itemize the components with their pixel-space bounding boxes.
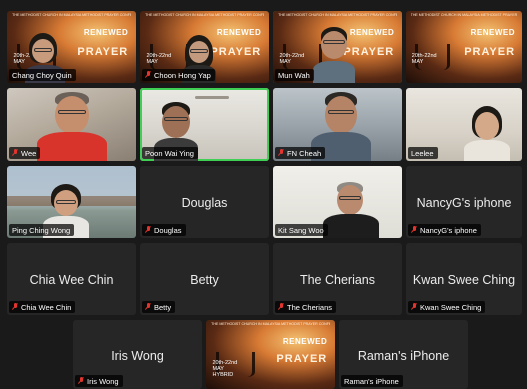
participant-name-tag: Ping Ching Wong bbox=[9, 224, 75, 236]
participant-name: Iris Wong bbox=[87, 376, 119, 386]
poster-header-text: THE METHODIST CHURCH IN MALAYSIA METHODI… bbox=[145, 13, 264, 18]
participant-name: Mun Wah bbox=[278, 70, 310, 80]
conference-poster-image: THE METHODIST CHURCH IN MALAYSIA METHODI… bbox=[206, 320, 335, 389]
poster-date: 20th-22nd MAY HYBRID bbox=[212, 360, 238, 379]
poster-title: RENEWED bbox=[282, 336, 328, 346]
poster-header-text: THE METHODIST CHURCH IN MALAYSIA METHODI… bbox=[278, 13, 397, 18]
poster-title: RENEWED bbox=[83, 28, 129, 38]
participant-name-tag: Choon Hong Yap bbox=[142, 69, 215, 81]
participant-display-name: Douglas bbox=[181, 196, 228, 211]
participant-tile-kit-sang-woo[interactable]: Kit Sang Woo bbox=[273, 166, 402, 238]
poster-title-prayer: PRAYER bbox=[210, 45, 262, 58]
participant-display-name: Chia Wee Chin bbox=[29, 273, 114, 288]
muted-mic-icon bbox=[145, 303, 151, 311]
participant-name: Douglas bbox=[154, 225, 182, 235]
poster-title-prayer: PRAYER bbox=[77, 45, 129, 58]
participant-name: Chang Choy Quin bbox=[12, 70, 72, 80]
poster-date: 20th-22nd MAY bbox=[146, 52, 172, 65]
muted-mic-icon bbox=[411, 226, 417, 234]
participant-name-tag: Raman's iPhone bbox=[341, 375, 403, 387]
muted-mic-icon bbox=[411, 303, 417, 311]
participant-name: The Cherians bbox=[287, 302, 333, 312]
participant-display-name: The Cherians bbox=[299, 273, 376, 288]
participant-name-tag: Leelee bbox=[408, 147, 438, 159]
participant-name-tag: Kwan Swee Ching bbox=[408, 301, 486, 313]
participant-tile-poon-wai-ying[interactable]: Poon Wai Ying bbox=[140, 88, 269, 161]
muted-mic-icon bbox=[12, 303, 18, 311]
participant-display-name: Betty bbox=[190, 273, 219, 288]
participant-name-tag: FN Cheah bbox=[275, 147, 326, 159]
participant-name: Kit Sang Woo bbox=[278, 225, 324, 235]
participant-name: Kwan Swee Ching bbox=[420, 302, 482, 312]
participant-video-person bbox=[313, 27, 355, 83]
muted-mic-icon bbox=[12, 149, 18, 157]
participant-name-tag: Wee bbox=[9, 147, 41, 159]
participant-display-name: Iris Wong bbox=[111, 348, 164, 363]
participant-tile-mun-wah[interactable]: THE METHODIST CHURCH IN MALAYSIA METHODI… bbox=[273, 11, 402, 83]
participant-name: Betty bbox=[154, 302, 172, 312]
participant-name: Poon Wai Ying bbox=[145, 148, 194, 158]
participant-display-name: Raman's iPhone bbox=[357, 348, 450, 363]
participant-name: Raman's iPhone bbox=[344, 376, 399, 386]
participant-tile-chang-choy-quin[interactable]: THE METHODIST CHURCH IN MALAYSIA METHODI… bbox=[7, 11, 136, 83]
video-gallery-grid: THE METHODIST CHURCH IN MALAYSIA METHODI… bbox=[0, 0, 527, 389]
participant-name: FN Cheah bbox=[287, 148, 322, 158]
participant-name-tag: Iris Wong bbox=[75, 375, 123, 387]
participant-name-tag: Douglas bbox=[142, 224, 186, 236]
participant-name-tag: Mun Wah bbox=[275, 69, 314, 81]
participant-tile-leelee[interactable]: Leelee bbox=[406, 88, 522, 161]
muted-mic-icon bbox=[78, 377, 84, 385]
participant-tile-douglas[interactable]: Douglas Douglas bbox=[140, 166, 269, 238]
poster-header-text: THE METHODIST CHURCH IN MALAYSIA METHODI… bbox=[12, 13, 131, 18]
participant-tile-betty[interactable]: Betty Betty bbox=[140, 243, 269, 315]
participant-tile-poster-2[interactable]: THE METHODIST CHURCH IN MALAYSIA METHODI… bbox=[206, 320, 335, 389]
poster-date: 20th-22nd MAY bbox=[279, 52, 305, 65]
participant-name-tag: Chang Choy Quin bbox=[9, 69, 76, 81]
participant-tile-the-cherians[interactable]: The Cherians The Cherians bbox=[273, 243, 402, 315]
muted-mic-icon bbox=[145, 71, 151, 79]
ceiling-fan-icon bbox=[195, 96, 229, 99]
participant-display-name: NancyG's iphone bbox=[416, 196, 512, 211]
poster-title-prayer: PRAYER bbox=[276, 353, 328, 366]
participant-tile-chia-wee-chin[interactable]: Chia Wee Chin Chia Wee Chin bbox=[7, 243, 136, 315]
participant-tile-kwan-swee-ching[interactable]: Kwan Swee Ching Kwan Swee Ching bbox=[406, 243, 522, 315]
participant-tile-ping-ching-wong[interactable]: Ping Ching Wong bbox=[7, 166, 136, 238]
participant-name-tag: The Cherians bbox=[275, 301, 337, 313]
participant-tile-wee[interactable]: Wee bbox=[7, 88, 136, 161]
participant-tile-choon-hong-yap[interactable]: THE METHODIST CHURCH IN MALAYSIA METHODI… bbox=[140, 11, 269, 83]
participant-tile-nancyg-iphone[interactable]: NancyG's iphone NancyG's iphone bbox=[406, 166, 522, 238]
participant-name: NancyG's iphone bbox=[420, 225, 477, 235]
participant-name-tag: NancyG's iphone bbox=[408, 224, 481, 236]
participant-tile-raman-iphone[interactable]: Raman's iPhone Raman's iPhone bbox=[339, 320, 468, 389]
participant-name: Choon Hong Yap bbox=[154, 70, 211, 80]
participant-name-tag: Poon Wai Ying bbox=[142, 147, 198, 159]
muted-mic-icon bbox=[145, 226, 151, 234]
participant-video-person bbox=[464, 106, 510, 161]
poster-date: 20th-22nd MAY bbox=[411, 52, 437, 65]
participant-name: Wee bbox=[21, 148, 37, 158]
poster-title: RENEWED bbox=[349, 28, 395, 38]
participant-video-person bbox=[37, 92, 107, 161]
participant-video-person bbox=[323, 182, 379, 238]
participant-name-tag: Kit Sang Woo bbox=[275, 224, 328, 236]
conference-poster-image: THE METHODIST CHURCH IN MALAYSIA METHODI… bbox=[406, 11, 522, 83]
participant-name: Leelee bbox=[411, 148, 434, 158]
participant-tile-fn-cheah[interactable]: FN Cheah bbox=[273, 88, 402, 161]
participant-tile-iris-wong[interactable]: Iris Wong Iris Wong bbox=[73, 320, 202, 389]
poster-header-text: THE METHODIST CHURCH IN MALAYSIA METHODI… bbox=[410, 13, 518, 18]
poster-title-prayer: PRAYER bbox=[464, 45, 516, 58]
participant-tile-poster[interactable]: THE METHODIST CHURCH IN MALAYSIA METHODI… bbox=[406, 11, 522, 83]
poster-title: RENEWED bbox=[470, 28, 516, 38]
muted-mic-icon bbox=[278, 149, 284, 157]
participant-name-tag: Betty bbox=[142, 301, 176, 313]
participant-name: Ping Ching Wong bbox=[12, 225, 71, 235]
poster-header-text: THE METHODIST CHURCH IN MALAYSIA METHODI… bbox=[211, 322, 330, 327]
participant-name: Chia Wee Chin bbox=[21, 302, 72, 312]
participant-display-name: Kwan Swee Ching bbox=[412, 273, 516, 288]
participant-name-tag: Chia Wee Chin bbox=[9, 301, 76, 313]
poster-title: RENEWED bbox=[216, 28, 262, 38]
muted-mic-icon bbox=[278, 303, 284, 311]
